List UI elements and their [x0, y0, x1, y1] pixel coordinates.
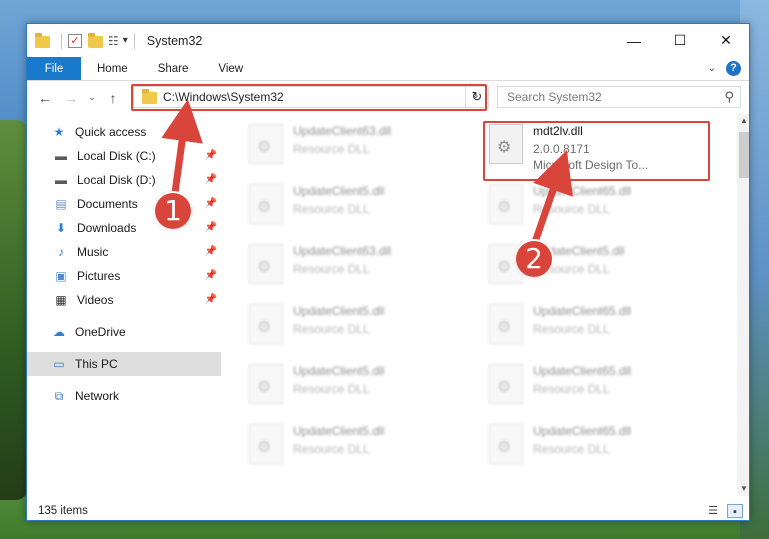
sidebar-item-onedrive[interactable]: ☁ OneDrive	[27, 320, 221, 344]
pin-icon[interactable]: 📌	[205, 174, 217, 185]
forward-button[interactable]: →	[61, 90, 81, 106]
sidebar-item-local-disk-c[interactable]: ▬ Local Disk (C:) 📌	[27, 144, 221, 168]
file-highlight-box	[483, 121, 710, 181]
dll-file-icon	[249, 124, 283, 164]
dll-file-icon	[489, 364, 523, 404]
list-item[interactable]: UpdateClient63.dll Resource DLL	[245, 120, 465, 172]
new-folder-icon[interactable]	[88, 32, 104, 49]
minimize-button[interactable]: —	[611, 24, 657, 57]
drive-icon: ▬	[55, 173, 67, 187]
customize-dropdown-icon[interactable]: ▾	[123, 35, 128, 46]
list-item[interactable]: UpdateClient5.dll Resource DLL	[245, 180, 465, 232]
sidebar-item-network[interactable]: ⧉ Network	[27, 384, 221, 408]
dll-file-icon	[249, 244, 283, 284]
quick-access-toolbar: ✓ ☷ ▾	[27, 24, 141, 57]
dll-file-icon	[489, 184, 523, 224]
ribbon-tabs: File Home Share View ⌄ ?	[27, 57, 749, 81]
callout-1-badge: 1	[153, 191, 193, 231]
callout-2-badge: 2	[514, 239, 554, 279]
music-icon: ♪	[58, 245, 64, 259]
pin-icon[interactable]: 📌	[205, 270, 217, 281]
up-button[interactable]: ↑	[103, 90, 123, 106]
tab-file[interactable]: File	[27, 57, 81, 80]
computer-icon: ▭	[53, 357, 65, 371]
scrollbar-thumb[interactable]	[739, 132, 749, 178]
pin-icon[interactable]: 📌	[205, 294, 217, 305]
back-button[interactable]: ←	[35, 90, 55, 106]
properties-check-icon[interactable]: ✓	[68, 33, 82, 48]
sidebar-item-quick-access[interactable]: ★ Quick access	[27, 120, 221, 144]
close-button[interactable]: ✕	[703, 24, 749, 57]
pictures-icon: ▣	[55, 269, 67, 283]
documents-icon: ▤	[55, 197, 67, 211]
sidebar-item-downloads[interactable]: ⬇ Downloads 📌	[27, 216, 221, 240]
layout-icon[interactable]: ☷	[108, 34, 119, 48]
cloud-icon: ☁	[53, 325, 65, 339]
list-item[interactable]: UpdateClient5.dll Resource DLL	[245, 360, 465, 412]
dll-file-icon	[489, 304, 523, 344]
network-icon: ⧉	[54, 388, 64, 403]
list-item[interactable]: UpdateClient65.dll Resource DLL	[485, 360, 705, 412]
search-box[interactable]: Search System32 ⚲	[497, 86, 741, 108]
list-item[interactable]: UpdateClient5.dll Resource DLL	[245, 420, 465, 472]
list-item[interactable]: UpdateClient5.dll Resource DLL	[245, 300, 465, 352]
help-icon[interactable]: ?	[726, 61, 741, 76]
tab-share[interactable]: Share	[143, 57, 204, 80]
desktop-background	[0, 120, 28, 500]
sidebar-item-this-pc[interactable]: ▭ This PC	[27, 352, 221, 376]
scroll-down-icon[interactable]: ▼	[737, 482, 749, 496]
star-icon: ★	[53, 125, 65, 139]
list-item[interactable]: UpdateClient65.dll Resource DLL	[485, 300, 705, 352]
large-icons-view-icon[interactable]: ▪	[727, 504, 743, 518]
tab-home[interactable]: Home	[81, 57, 143, 80]
maximize-button[interactable]: ☐	[657, 24, 703, 57]
dll-file-icon	[249, 304, 283, 344]
expand-ribbon-icon[interactable]: ⌄	[708, 63, 716, 74]
status-bar: 135 items ☰ ▪	[27, 500, 749, 520]
sidebar-item-videos[interactable]: ▦ Videos 📌	[27, 288, 221, 312]
videos-icon: ▦	[55, 293, 67, 307]
title-bar: ✓ ☷ ▾ System32 — ☐ ✕	[27, 24, 749, 57]
tab-view[interactable]: View	[203, 57, 258, 80]
drive-icon: ▬	[55, 149, 67, 163]
sidebar-item-pictures[interactable]: ▣ Pictures 📌	[27, 264, 221, 288]
pin-icon[interactable]: 📌	[205, 246, 217, 257]
sidebar-item-music[interactable]: ♪ Music 📌	[27, 240, 221, 264]
dll-file-icon	[489, 424, 523, 464]
download-icon: ⬇	[55, 221, 67, 235]
navigation-pane: ★ Quick access ▬ Local Disk (C:) 📌 ▬ Loc…	[27, 120, 221, 496]
recent-locations-button[interactable]: ⌄	[85, 92, 99, 103]
window-title: System32	[146, 33, 203, 48]
search-input[interactable]: Search System32	[507, 90, 602, 104]
address-highlight-box	[131, 84, 487, 111]
list-item[interactable]: UpdateClient63.dll Resource DLL	[245, 240, 465, 292]
dll-file-icon	[249, 424, 283, 464]
pin-icon[interactable]: 📌	[205, 198, 217, 209]
folder-icon	[35, 32, 51, 49]
details-view-icon[interactable]: ☰	[705, 504, 721, 518]
dll-file-icon	[249, 184, 283, 224]
list-item[interactable]: UpdateClient65.dll Resource DLL	[485, 420, 705, 472]
scroll-up-icon[interactable]: ▲	[737, 114, 749, 128]
list-item[interactable]: UpdateClient65.dll Resource DLL	[485, 180, 705, 232]
pin-icon[interactable]: 📌	[205, 222, 217, 233]
item-count: 135 items	[38, 505, 88, 517]
dll-file-icon	[249, 364, 283, 404]
vertical-scrollbar[interactable]: ▲ ▼	[737, 114, 749, 496]
sidebar-item-local-disk-d[interactable]: ▬ Local Disk (D:) 📌	[27, 168, 221, 192]
pin-icon[interactable]: 📌	[205, 150, 217, 161]
search-icon: ⚲	[724, 89, 734, 104]
